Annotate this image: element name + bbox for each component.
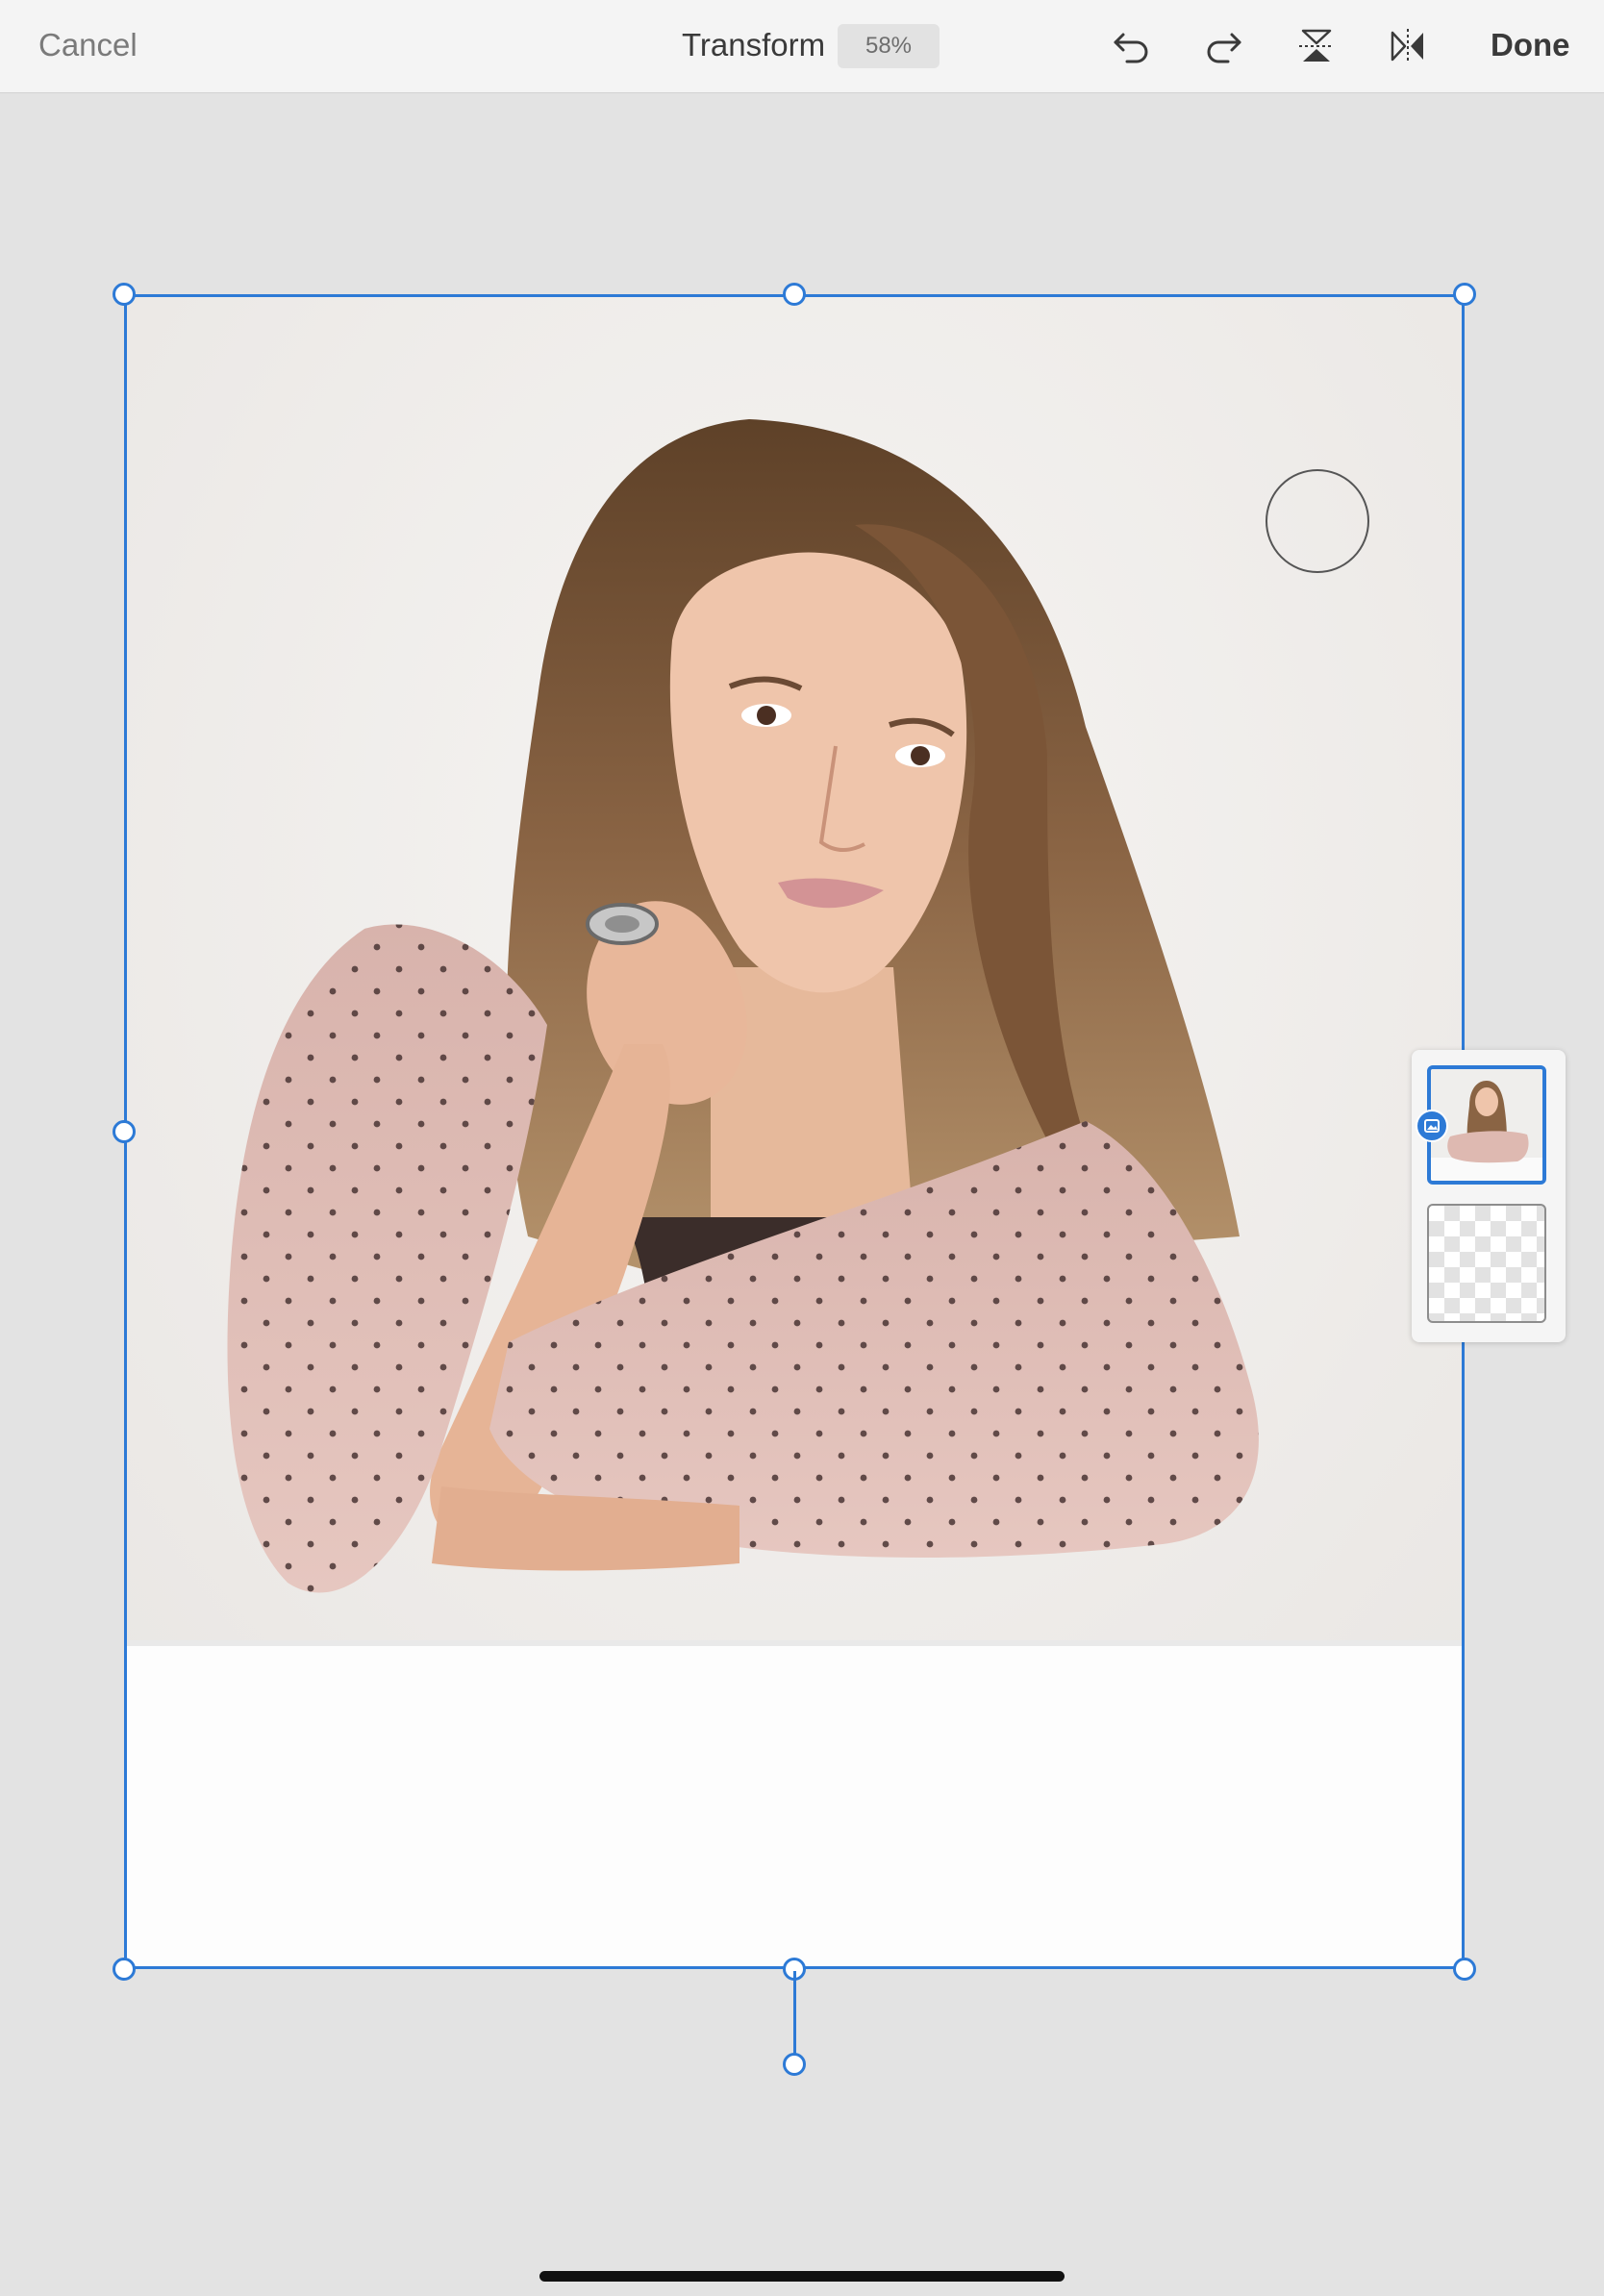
home-indicator xyxy=(539,2271,1065,2282)
rotation-stem xyxy=(793,1971,796,2063)
undo-icon[interactable] xyxy=(1108,23,1154,69)
redo-icon[interactable] xyxy=(1201,23,1247,69)
layer-thumbnail-empty[interactable] xyxy=(1427,1204,1546,1323)
canvas-image[interactable] xyxy=(124,294,1465,1969)
flip-vertical-icon[interactable] xyxy=(1293,23,1340,69)
done-button[interactable]: Done xyxy=(1491,27,1570,63)
image-layer-icon xyxy=(1416,1110,1448,1142)
handle-top-center[interactable] xyxy=(783,283,806,306)
layers-panel xyxy=(1412,1050,1566,1342)
rotation-handle[interactable] xyxy=(783,2053,806,2076)
brush-cursor xyxy=(1266,469,1369,573)
handle-top-left[interactable] xyxy=(113,283,136,306)
handle-bottom-right[interactable] xyxy=(1453,1958,1476,1981)
portrait-photo xyxy=(124,294,1465,1969)
handle-middle-left[interactable] xyxy=(113,1120,136,1143)
flip-horizontal-icon[interactable] xyxy=(1385,23,1431,69)
zoom-level-badge[interactable]: 58% xyxy=(838,24,940,68)
handle-top-right[interactable] xyxy=(1453,283,1476,306)
toolbar: Cancel Transform 58% Done xyxy=(0,0,1604,93)
page-title: Transform xyxy=(682,27,826,62)
handle-bottom-left[interactable] xyxy=(113,1958,136,1981)
cancel-button[interactable]: Cancel xyxy=(38,27,138,63)
